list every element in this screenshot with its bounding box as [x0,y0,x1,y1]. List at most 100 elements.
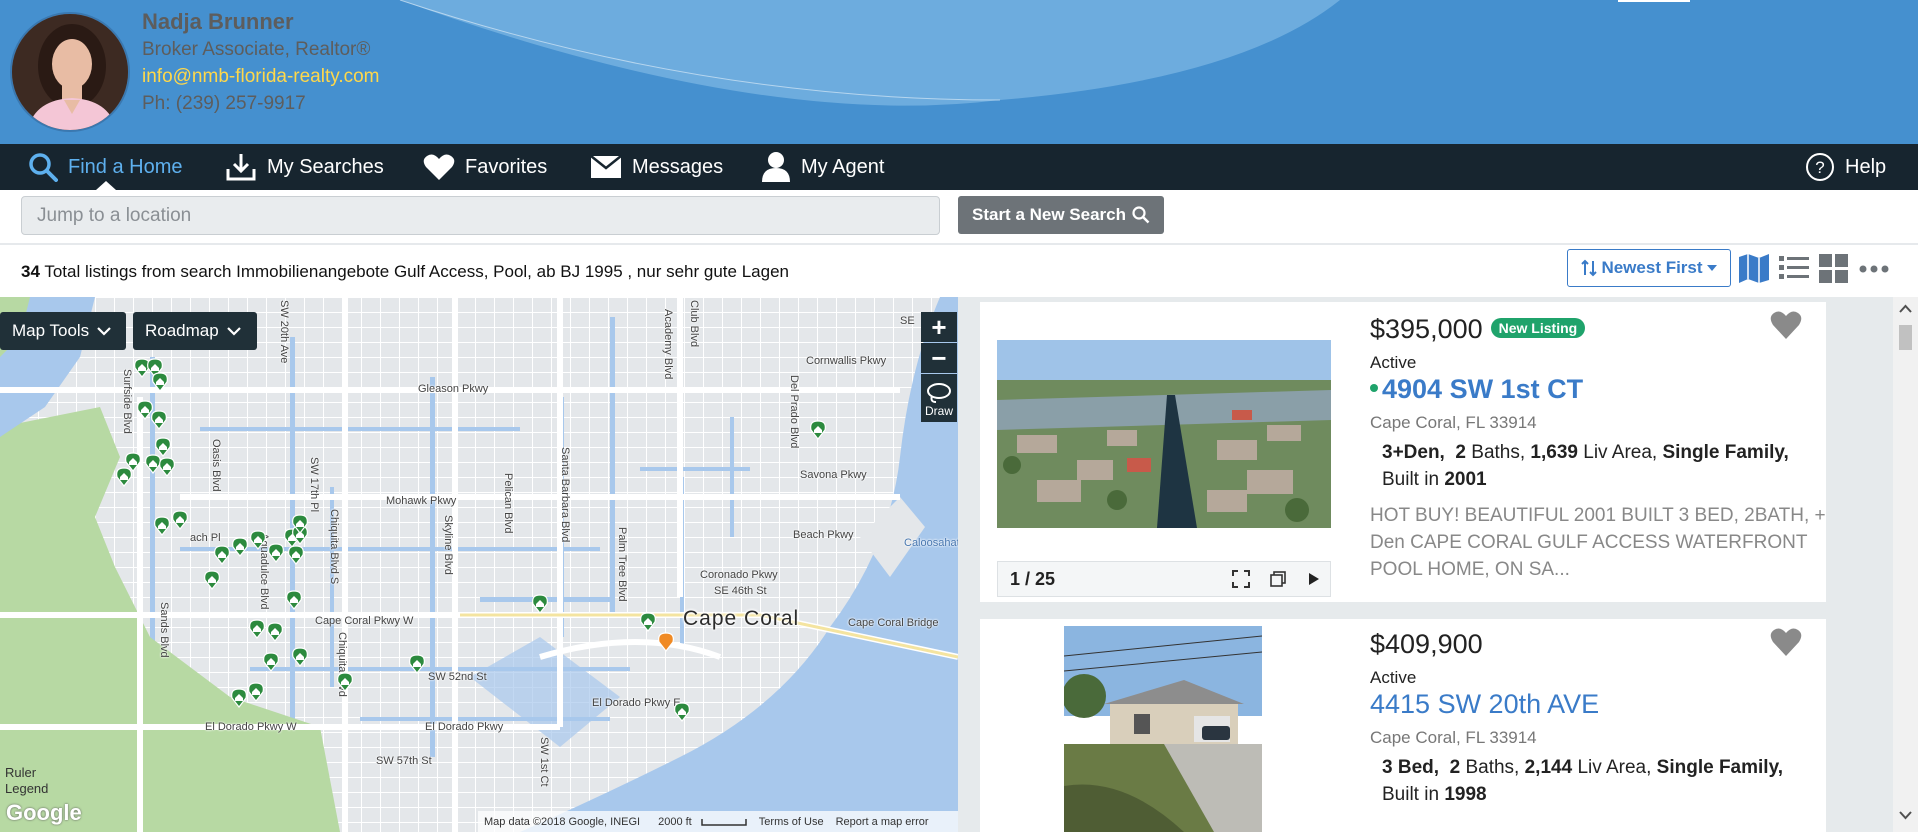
map-ruler-legend[interactable]: Ruler Legend [5,765,48,797]
nav-messages[interactable]: Messages [590,144,723,190]
nav-favorites[interactable]: Favorites [423,144,547,190]
next-photo-icon[interactable] [1308,572,1320,586]
map-listing-marker[interactable] [263,652,279,672]
start-new-search-button[interactable]: Start a New Search [958,196,1164,234]
city-label: Cape Coral [683,607,800,630]
map-listing-marker[interactable] [286,590,302,610]
map-listing-marker[interactable] [232,537,248,557]
nav-my-searches[interactable]: My Searches [225,144,384,190]
caret-down-icon [1706,265,1717,271]
agent-phone: Ph: (239) 257-9917 [142,93,306,114]
street-label: Club Blvd [688,300,700,348]
map-listing-marker[interactable] [640,612,656,632]
map-listing-marker[interactable] [152,372,168,392]
map-panel[interactable]: SW 20th Ave Club Blvd Academy Blvd SE Co… [0,297,958,832]
zoom-out-button[interactable]: − [921,343,957,373]
street-label: SE 46th St [714,585,767,597]
listing-photo[interactable] [1064,626,1262,832]
street-label: ach Pl [190,532,221,544]
grid-view-icon[interactable] [1818,252,1850,284]
sort-dropdown[interactable]: Newest First [1567,249,1731,287]
map-view-icon[interactable] [1738,252,1770,284]
listing-address-link[interactable]: 4904 SW 1st CT [1370,374,1583,405]
new-listing-badge: New Listing [1490,318,1586,338]
results-summary: 34 Total listings from search Immobilien… [21,262,789,282]
scroll-up-arrow-icon[interactable] [1893,303,1918,315]
listings-scrollbar[interactable] [1893,297,1918,832]
street-label: Sands Blvd [158,602,170,658]
map-listing-marker[interactable] [292,514,308,534]
map-listing-marker[interactable] [250,530,266,550]
listing-facts: 3+Den, 2 Baths, 1,639 Liv Area, Single F… [1382,442,1789,490]
map-listing-marker[interactable] [409,654,425,674]
listing-results-panel: 1 / 25 $395,000 New Listing Active 4904 S… [958,297,1893,832]
listing-card[interactable]: $409,900 Active 4415 SW 20th AVE Cape Co… [980,619,1826,832]
draw-button[interactable]: Draw [921,374,957,422]
nav-my-agent[interactable]: My Agent [761,144,884,190]
map-selected-marker[interactable] [658,632,674,652]
status-dot [1370,384,1378,392]
help-label: Help [1845,155,1887,178]
agent-email-link[interactable]: info@nmb-florida-realty.com [142,63,380,90]
listing-facts: 3 Bed, 2 Baths, 2,144 Liv Area, Single F… [1382,757,1784,805]
street-label: Palm Tree Blvd [616,527,628,602]
listing-address-link[interactable]: 4415 SW 20th AVE [1370,689,1599,720]
gallery-icon[interactable] [1270,571,1286,587]
agent-avatar [10,12,130,132]
zoom-in-button[interactable]: + [921,312,957,342]
street-label: SW 1st Ct [538,737,550,787]
more-options-icon[interactable] [1858,252,1890,284]
map-listing-marker[interactable] [532,594,548,614]
user-icon [762,152,790,182]
search-icon [29,153,58,182]
map-listing-marker[interactable] [154,516,170,536]
map-listing-marker[interactable] [810,420,826,440]
map-listing-marker[interactable] [172,510,188,530]
street-label: SW 17th Pl [308,457,320,513]
map-listing-marker[interactable] [151,410,167,430]
terms-of-use-link[interactable]: Terms of Use [759,816,824,828]
fullscreen-icon[interactable] [1232,570,1250,588]
map-listing-marker[interactable] [292,647,308,667]
favorite-heart-icon[interactable] [1770,310,1802,340]
map-listing-marker[interactable] [267,622,283,642]
street-label: Chiquita Blvd S [328,509,340,585]
scroll-down-arrow-icon[interactable] [1893,809,1918,821]
results-description: Total listings from search Immobilienang… [44,262,789,281]
svg-text:?: ? [1815,158,1824,177]
list-view-icon[interactable] [1778,252,1810,284]
map-listing-marker[interactable] [214,545,230,565]
map-attribution-bar: Map data ©2018 Google, INEGI 2000 ft Ter… [478,811,958,832]
chevron-down-icon [226,326,241,336]
map-listing-marker[interactable] [204,570,220,590]
map-listing-marker[interactable] [231,688,247,708]
question-circle-icon: ? [1806,153,1834,181]
map-listing-marker[interactable] [249,619,265,639]
map-listing-marker[interactable] [288,545,304,565]
listing-card[interactable]: 1 / 25 $395,000 New Listing Active 4904 S… [980,302,1826,602]
map-listing-marker[interactable] [337,672,353,692]
street-label: SE [900,315,915,327]
map-listing-marker[interactable] [268,543,284,563]
map-listing-marker[interactable] [248,682,264,702]
location-search-input[interactable] [21,196,940,235]
nav-help[interactable]: ? Help [1805,144,1886,190]
map-listing-marker[interactable] [116,467,132,487]
map-tools-button[interactable]: Map Tools [0,312,126,350]
map-listing-marker[interactable] [159,457,175,477]
map-type-label: Roadmap [145,321,219,340]
map-type-button[interactable]: Roadmap [133,312,257,350]
scroll-thumb[interactable] [1899,325,1912,350]
map-scale: 2000 ft [652,816,747,828]
listing-photo[interactable] [997,340,1331,528]
report-map-error-link[interactable]: Report a map error [836,816,929,828]
map-listing-marker[interactable] [674,702,690,722]
street-label: Del Prado Blvd [788,375,800,449]
street-label: Cornwallis Pkwy [806,355,887,367]
chevron-down-icon [97,326,111,336]
street-label: SW 52nd St [428,671,487,683]
lasso-icon [927,383,951,403]
favorite-heart-icon[interactable] [1770,627,1802,657]
results-count: 34 [21,262,40,281]
listing-description: HOT BUY! BEAUTIFUL 2001 BUILT 3 BED, 2BA… [1370,505,1826,580]
